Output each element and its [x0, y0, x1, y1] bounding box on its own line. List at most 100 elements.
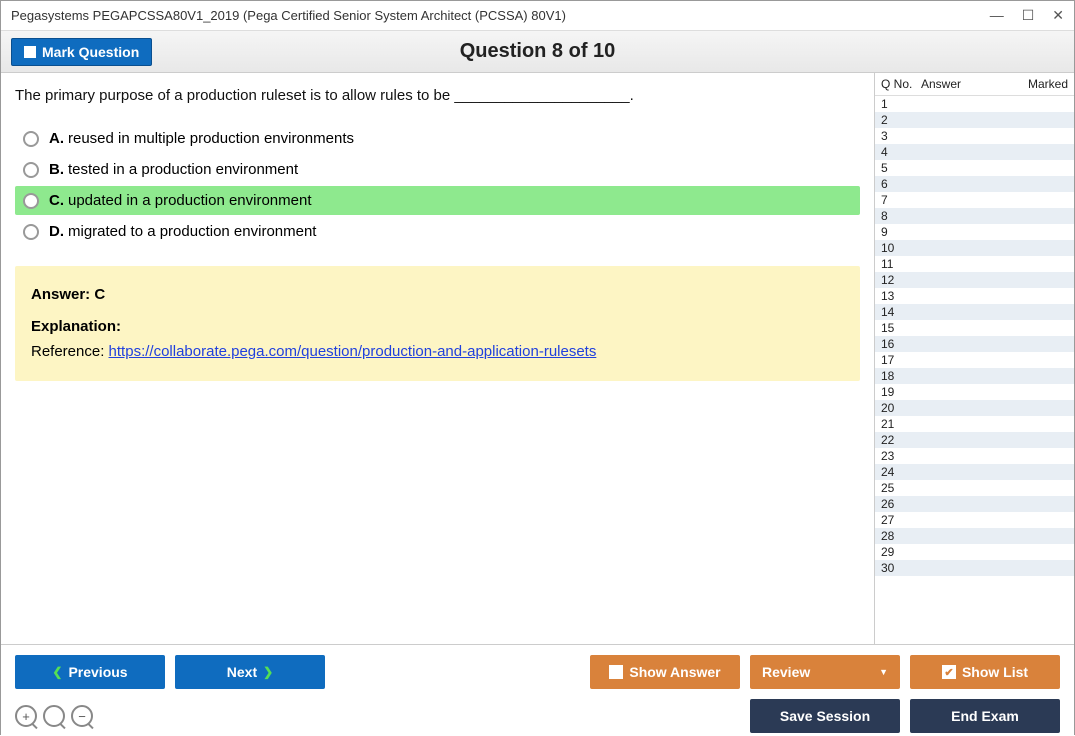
mark-question-button[interactable]: Mark Question	[11, 38, 152, 66]
grid-row[interactable]: 16	[875, 336, 1074, 352]
mark-question-label: Mark Question	[42, 44, 139, 60]
grid-cell-qno: 13	[881, 289, 921, 303]
grid-row[interactable]: 19	[875, 384, 1074, 400]
grid-row[interactable]: 20	[875, 400, 1074, 416]
question-text: The primary purpose of a production rule…	[15, 87, 860, 104]
previous-button[interactable]: ❮ Previous	[15, 655, 165, 689]
review-button[interactable]: Review ▼	[750, 655, 900, 689]
grid-row[interactable]: 17	[875, 352, 1074, 368]
grid-cell-qno: 17	[881, 353, 921, 367]
review-label: Review	[762, 664, 810, 680]
checked-icon: ✔	[942, 665, 956, 679]
chevron-right-icon: ❯	[263, 665, 273, 679]
grid-row[interactable]: 13	[875, 288, 1074, 304]
question-counter: Question 8 of 10	[460, 40, 616, 63]
reference-prefix: Reference:	[31, 343, 109, 360]
grid-row[interactable]: 4	[875, 144, 1074, 160]
grid-cell-qno: 21	[881, 417, 921, 431]
grid-cell-qno: 7	[881, 193, 921, 207]
grid-cell-qno: 2	[881, 113, 921, 127]
grid-cell-qno: 23	[881, 449, 921, 463]
grid-row[interactable]: 5	[875, 160, 1074, 176]
grid-cell-qno: 8	[881, 209, 921, 223]
grid-cell-qno: 18	[881, 369, 921, 383]
end-exam-button[interactable]: End Exam	[910, 699, 1060, 733]
show-list-label: Show List	[962, 664, 1028, 680]
grid-cell-qno: 20	[881, 401, 921, 415]
grid-cell-qno: 26	[881, 497, 921, 511]
grid-body[interactable]: 1234567891011121314151617181920212223242…	[875, 96, 1074, 644]
zoom-in-icon[interactable]: +	[15, 705, 37, 727]
grid-cell-qno: 11	[881, 257, 921, 271]
grid-row[interactable]: 21	[875, 416, 1074, 432]
minimize-icon[interactable]: —	[990, 7, 1004, 24]
grid-row[interactable]: 24	[875, 464, 1074, 480]
radio-icon	[23, 224, 39, 240]
save-session-button[interactable]: Save Session	[750, 699, 900, 733]
grid-cell-qno: 25	[881, 481, 921, 495]
checkbox-icon	[609, 665, 623, 679]
grid-row[interactable]: 2	[875, 112, 1074, 128]
close-icon[interactable]: ✕	[1052, 7, 1064, 24]
option-C[interactable]: C. updated in a production environment	[15, 186, 860, 215]
footer: ❮ Previous Next ❯ Show Answer Review ▼ ✔…	[1, 644, 1074, 736]
save-session-label: Save Session	[780, 708, 870, 724]
footer-row-2: + − Save Session End Exam	[15, 699, 1060, 733]
grid-cell-qno: 10	[881, 241, 921, 255]
grid-row[interactable]: 7	[875, 192, 1074, 208]
grid-row[interactable]: 22	[875, 432, 1074, 448]
grid-cell-qno: 16	[881, 337, 921, 351]
reference-link[interactable]: https://collaborate.pega.com/question/pr…	[109, 343, 597, 360]
grid-cell-qno: 6	[881, 177, 921, 191]
chevron-left-icon: ❮	[52, 665, 62, 679]
grid-cell-qno: 14	[881, 305, 921, 319]
option-letter: A.	[49, 130, 64, 147]
show-list-button[interactable]: ✔ Show List	[910, 655, 1060, 689]
show-answer-button[interactable]: Show Answer	[590, 655, 740, 689]
previous-label: Previous	[68, 664, 127, 680]
zoom-controls: + −	[15, 705, 93, 727]
grid-row[interactable]: 18	[875, 368, 1074, 384]
grid-row[interactable]: 23	[875, 448, 1074, 464]
grid-row[interactable]: 27	[875, 512, 1074, 528]
grid-row[interactable]: 15	[875, 320, 1074, 336]
grid-row[interactable]: 11	[875, 256, 1074, 272]
grid-row[interactable]: 12	[875, 272, 1074, 288]
grid-row[interactable]: 3	[875, 128, 1074, 144]
grid-row[interactable]: 25	[875, 480, 1074, 496]
grid-cell-qno: 12	[881, 273, 921, 287]
grid-row[interactable]: 9	[875, 224, 1074, 240]
next-button[interactable]: Next ❯	[175, 655, 325, 689]
zoom-out-icon[interactable]: −	[71, 705, 93, 727]
grid-header-marked: Marked	[1018, 77, 1068, 91]
option-letter: B.	[49, 161, 64, 178]
option-A[interactable]: A. reused in multiple production environ…	[15, 124, 860, 153]
zoom-reset-icon[interactable]	[43, 705, 65, 727]
grid-cell-qno: 1	[881, 97, 921, 111]
option-B[interactable]: B. tested in a production environment	[15, 155, 860, 184]
grid-cell-qno: 3	[881, 129, 921, 143]
explanation-label: Explanation:	[31, 314, 844, 340]
option-D[interactable]: D. migrated to a production environment	[15, 217, 860, 246]
grid-row[interactable]: 29	[875, 544, 1074, 560]
grid-cell-qno: 28	[881, 529, 921, 543]
option-letter: D.	[49, 223, 64, 240]
grid-row[interactable]: 26	[875, 496, 1074, 512]
grid-cell-qno: 19	[881, 385, 921, 399]
checkbox-icon	[24, 46, 36, 58]
grid-row[interactable]: 8	[875, 208, 1074, 224]
window-title: Pegasystems PEGAPCSSA80V1_2019 (Pega Cer…	[11, 8, 566, 23]
end-exam-label: End Exam	[951, 708, 1019, 724]
option-letter: C.	[49, 192, 64, 209]
grid-row[interactable]: 14	[875, 304, 1074, 320]
grid-row[interactable]: 10	[875, 240, 1074, 256]
reference-line: Reference: https://collaborate.pega.com/…	[31, 339, 844, 365]
grid-row[interactable]: 28	[875, 528, 1074, 544]
maximize-icon[interactable]: ☐	[1022, 7, 1035, 24]
grid-row[interactable]: 6	[875, 176, 1074, 192]
grid-row[interactable]: 30	[875, 560, 1074, 576]
question-grid-panel: Q No. Answer Marked 12345678910111213141…	[874, 73, 1074, 644]
grid-row[interactable]: 1	[875, 96, 1074, 112]
next-label: Next	[227, 664, 257, 680]
main-area: The primary purpose of a production rule…	[1, 73, 1074, 644]
